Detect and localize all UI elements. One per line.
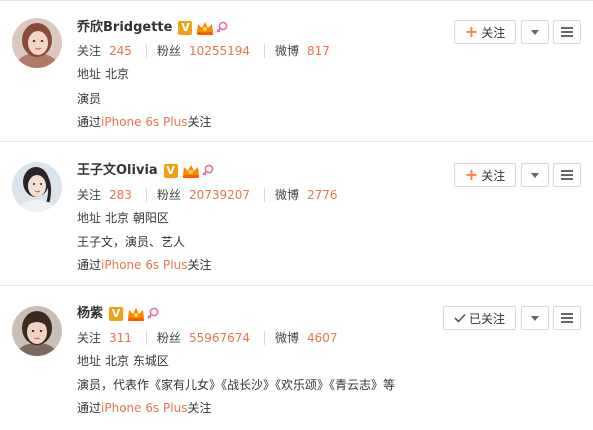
divider <box>145 331 147 345</box>
more-dropdown-button[interactable] <box>521 306 549 330</box>
followers-count[interactable]: 20739207 <box>189 186 250 204</box>
user-card: 乔欣Bridgette V 关注 245 粉丝 10255194 微博 817 <box>0 0 593 142</box>
address-label: 地址 <box>77 67 102 81</box>
user-bio: 演员，代表作《家有儿女》《战长沙》《欢乐颂》《青云志》等 <box>77 378 396 392</box>
user-address: 地址 北京 东城区 <box>77 352 169 370</box>
user-stats: 关注 283 粉丝 20739207 微博 2776 <box>77 186 338 204</box>
verified-v-icon: V <box>178 21 193 35</box>
avatar-image <box>12 18 62 68</box>
hamburger-menu-icon <box>561 313 573 323</box>
following-count[interactable]: 311 <box>109 329 132 347</box>
divider <box>264 44 266 58</box>
user-name[interactable]: 杨紫 <box>77 304 103 324</box>
name-row: 杨紫 V <box>77 304 159 324</box>
female-icon <box>216 21 228 33</box>
following-label: 关注 <box>77 188 102 202</box>
via-suffix: 关注 <box>187 258 212 272</box>
check-icon <box>454 313 466 323</box>
chevron-down-icon <box>531 29 539 35</box>
follow-button[interactable]: + 关注 <box>454 163 516 187</box>
menu-button[interactable] <box>553 20 581 44</box>
divider <box>264 188 266 202</box>
user-name[interactable]: 乔欣Bridgette <box>77 18 172 38</box>
follow-list: 乔欣Bridgette V 关注 245 粉丝 10255194 微博 817 <box>0 0 593 430</box>
user-bio: 王子文，演员、艺人 <box>77 235 186 249</box>
followers-count[interactable]: 10255194 <box>189 42 250 60</box>
user-address: 地址 北京 <box>77 65 129 83</box>
follow-button-label: 关注 <box>481 25 506 40</box>
chevron-down-icon <box>531 172 539 178</box>
follow-source: 通过iPhone 6s Plus关注 <box>77 256 211 274</box>
followers-label: 粉丝 <box>156 331 181 345</box>
avatar[interactable] <box>12 162 62 212</box>
followers-label: 粉丝 <box>156 188 181 202</box>
via-prefix: 通过 <box>77 401 102 415</box>
user-bio: 演员 <box>77 92 102 106</box>
following-count[interactable]: 283 <box>109 186 132 204</box>
posts-count[interactable]: 4607 <box>307 329 338 347</box>
chevron-down-icon <box>531 315 539 321</box>
address-value: 北京 朝阳区 <box>105 211 169 225</box>
verified-v-icon: V <box>163 164 178 178</box>
follow-source: 通过iPhone 6s Plus关注 <box>77 399 211 417</box>
via-device-link[interactable]: iPhone 6s Plus <box>101 115 187 129</box>
following-label: 关注 <box>77 44 102 58</box>
divider <box>145 188 147 202</box>
follow-button-label: 已关注 <box>468 311 505 326</box>
avatar-image <box>12 306 62 356</box>
crown-icon <box>128 308 145 321</box>
plus-icon: + <box>464 22 479 41</box>
avatar[interactable] <box>12 18 62 68</box>
name-row: 乔欣Bridgette V <box>77 18 228 38</box>
follow-button[interactable]: + 关注 <box>454 20 516 44</box>
via-prefix: 通过 <box>77 115 102 129</box>
user-name[interactable]: 王子文Olivia <box>77 161 158 181</box>
menu-button[interactable] <box>553 163 581 187</box>
follow-source: 通过iPhone 6s Plus关注 <box>77 113 211 131</box>
name-row: 王子文Olivia V <box>77 161 214 181</box>
divider <box>0 141 593 142</box>
verified-v-icon: V <box>109 307 124 321</box>
hamburger-menu-icon <box>561 27 573 37</box>
via-suffix: 关注 <box>187 115 212 129</box>
divider <box>264 331 266 345</box>
female-icon <box>147 307 159 319</box>
via-suffix: 关注 <box>187 401 212 415</box>
user-stats: 关注 245 粉丝 10255194 微博 817 <box>77 42 330 60</box>
address-value: 北京 <box>105 67 130 81</box>
hamburger-menu-icon <box>561 170 573 180</box>
via-device-link[interactable]: iPhone 6s Plus <box>101 258 187 272</box>
via-device-link[interactable]: iPhone 6s Plus <box>101 401 187 415</box>
posts-label: 微博 <box>275 188 300 202</box>
avatar-image <box>12 162 62 212</box>
address-label: 地址 <box>77 354 102 368</box>
following-label: 关注 <box>77 331 102 345</box>
female-icon <box>202 164 214 176</box>
posts-count[interactable]: 817 <box>307 42 330 60</box>
avatar[interactable] <box>12 306 62 356</box>
followers-label: 粉丝 <box>156 44 181 58</box>
user-address: 地址 北京 朝阳区 <box>77 209 169 227</box>
more-dropdown-button[interactable] <box>521 20 549 44</box>
address-label: 地址 <box>77 211 102 225</box>
address-value: 北京 东城区 <box>105 354 169 368</box>
crown-icon <box>182 165 199 178</box>
posts-label: 微博 <box>275 44 300 58</box>
posts-label: 微博 <box>275 331 300 345</box>
divider <box>145 44 147 58</box>
followed-button[interactable]: 已关注 <box>443 306 516 330</box>
via-prefix: 通过 <box>77 258 102 272</box>
user-card: 杨紫 V 关注 311 粉丝 55967674 微博 4607 地址 北京 东城… <box>0 288 593 430</box>
menu-button[interactable] <box>553 306 581 330</box>
following-count[interactable]: 245 <box>109 42 132 60</box>
user-stats: 关注 311 粉丝 55967674 微博 4607 <box>77 329 338 347</box>
divider <box>0 285 593 286</box>
follow-button-label: 关注 <box>481 168 506 183</box>
followers-count[interactable]: 55967674 <box>189 329 250 347</box>
crown-icon <box>197 22 214 35</box>
plus-icon: + <box>464 165 479 184</box>
posts-count[interactable]: 2776 <box>307 186 338 204</box>
more-dropdown-button[interactable] <box>521 163 549 187</box>
user-card: 王子文Olivia V 关注 283 粉丝 20739207 微博 2776 地… <box>0 144 593 286</box>
